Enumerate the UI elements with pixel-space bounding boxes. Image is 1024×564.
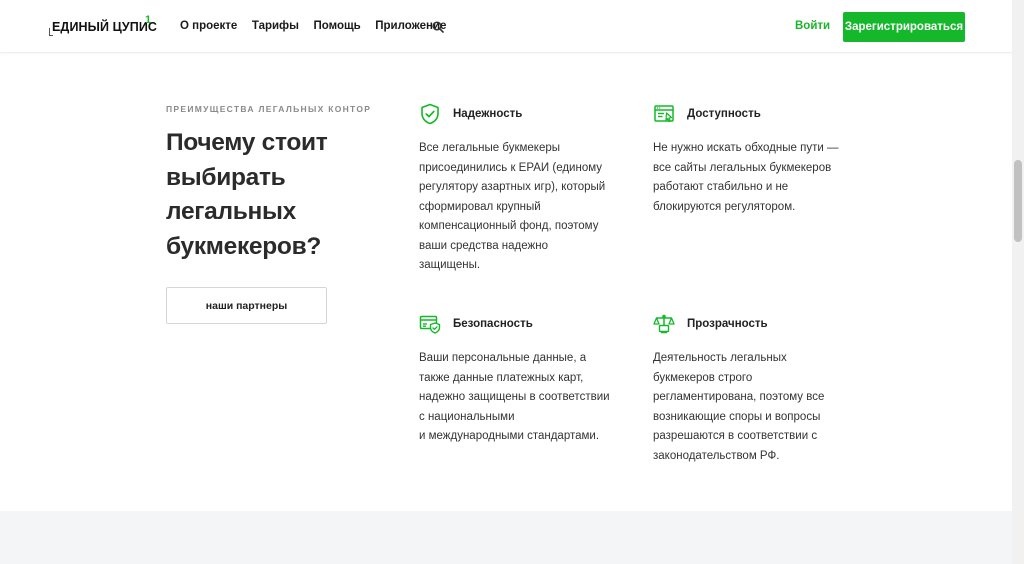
feature-text: Не нужно искать обходные пути — все сайт…: [653, 139, 863, 217]
headline-line: выбирать: [166, 163, 286, 191]
main-nav: О проекте Тарифы Помощь Приложение: [180, 20, 461, 32]
feature-text-line: букмекеров строго: [653, 371, 753, 384]
feature-title: Безопасность: [453, 318, 533, 330]
feature-text-line: компенсационный фонд, поэтому: [419, 220, 599, 232]
headline-line: Почему стоит: [166, 129, 328, 156]
feature-text-line: блокируются регулятором.: [653, 200, 796, 213]
card-shield-icon: [419, 315, 441, 334]
feature-text-line: защищены.: [419, 259, 481, 271]
nav-link-tariffs[interactable]: Тарифы: [252, 20, 299, 32]
search-icon[interactable]: [432, 21, 444, 33]
scrollbar-track[interactable]: [1012, 0, 1024, 564]
feature-text-line: разрешаются в соответствии с: [653, 430, 818, 442]
feature-text-line: ваши средства надежно: [419, 239, 548, 252]
partners-button[interactable]: наши партнеры: [166, 287, 327, 324]
headline-line: легальных: [166, 198, 296, 225]
nav-link-about[interactable]: О проекте: [180, 20, 237, 32]
feature-text-line: и международными стандартами.: [419, 430, 600, 442]
feature-text: Все легальные букмекеры присоединились к…: [419, 139, 629, 276]
feature-text-line: законодательством РФ.: [653, 449, 780, 462]
next-section-band: [0, 511, 1012, 564]
scrollbar-thumb[interactable]: [1014, 160, 1022, 242]
section-headline: Почему стоит выбирать легальных букмекер…: [166, 126, 366, 264]
feature-text-line: Ваши персональные данные, а: [419, 352, 587, 364]
feature-text-line: Не нужно искать обходные пути —: [653, 142, 839, 154]
section-eyebrow: ПРЕИМУЩЕСТВА ЛЕГАЛЬНЫХ КОНТОР: [166, 104, 372, 114]
register-button[interactable]: Зарегистрироваться: [843, 12, 965, 42]
feature-text-line: Все легальные букмекеры: [419, 142, 560, 154]
site-header: ЕДИНЫЙ ЦУПИС 1 О проекте Тарифы Помощь П…: [0, 0, 1012, 53]
feature-text-line: присоединились к ЕРАИ (единому: [419, 161, 603, 174]
scales-icon: [653, 314, 675, 334]
shield-check-icon: [421, 103, 439, 125]
logo-text: ЕДИНЫЙ ЦУПИС: [52, 20, 158, 34]
feature-text-line: с национальными: [419, 410, 515, 423]
feature-text-line: также данные платежных карт,: [419, 371, 584, 384]
feature-text-line: работают стабильно и не: [653, 181, 789, 193]
headline-line: букмекеров?: [166, 232, 321, 260]
feature-title: Прозрачность: [687, 318, 768, 330]
feature-text-line: регламентирована, поэтому все: [653, 391, 825, 403]
feature-text-line: регулятору азартных игр), который: [419, 181, 606, 193]
nav-link-help[interactable]: Помощь: [313, 20, 360, 32]
feature-text-line: сформировал крупный: [419, 200, 541, 213]
login-link[interactable]: Войти: [795, 20, 830, 32]
feature-text-line: все сайты легальных букмекеров: [653, 161, 832, 174]
feature-text-line: надежно защищены в соответствии: [419, 391, 610, 403]
feature-title: Надежность: [453, 108, 523, 120]
feature-text-line: Деятельность легальных: [653, 352, 787, 364]
feature-text: Деятельность легальных букмекеров строго…: [653, 349, 863, 466]
logo-superscript: 1: [145, 14, 152, 26]
feature-text: Ваши персональные данные, а также данные…: [419, 349, 629, 447]
feature-text-line: возникающие споры и вопросы: [653, 410, 821, 423]
browser-window-icon: [654, 105, 674, 123]
feature-title: Доступность: [687, 108, 761, 120]
